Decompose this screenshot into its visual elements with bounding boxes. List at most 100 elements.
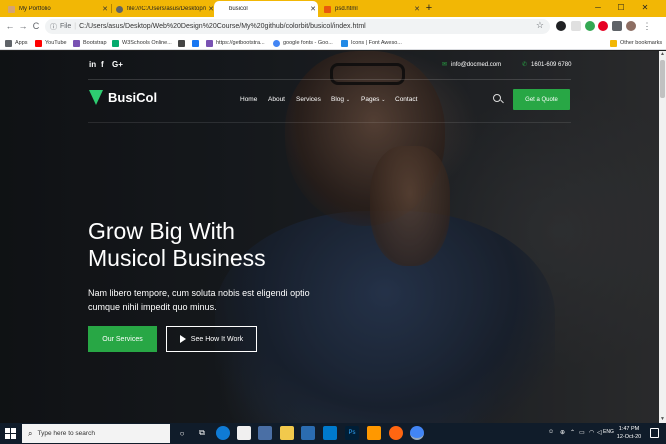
globe-icon[interactable]: ⊕: [560, 429, 565, 436]
site-logo[interactable]: BusiCol: [89, 90, 157, 105]
bookmarks-bar: Apps YouTube Bootstrap W3Schools Online.…: [0, 36, 666, 50]
tab-label: busicol: [229, 6, 248, 12]
bootstrap-icon: [206, 39, 213, 47]
nav-blog[interactable]: Blog ⌄: [331, 96, 350, 103]
bookmark-getbootstrap[interactable]: https://getbootstra...: [206, 38, 265, 48]
info-icon[interactable]: ⓘ: [50, 22, 57, 32]
reload-button[interactable]: C: [30, 19, 42, 33]
bookmark-bootstrap[interactable]: Bootstrap: [73, 38, 107, 48]
maximize-button[interactable]: ☐: [610, 1, 632, 15]
html-file-icon: [324, 5, 331, 13]
bookmark-label: W3Schools Online...: [122, 40, 172, 46]
back-button[interactable]: ←: [4, 19, 16, 33]
extension-icon[interactable]: [585, 21, 595, 31]
photoshop-icon[interactable]: Ps: [345, 426, 359, 440]
phone-icon: ✆: [522, 62, 528, 68]
see-how-it-work-button[interactable]: See How It Work: [166, 326, 257, 352]
address-divider: |: [74, 23, 77, 30]
url-text[interactable]: C:/Users/asus/Desktop/Web%20Design%20Cou…: [79, 23, 366, 30]
edge-icon[interactable]: [216, 426, 230, 440]
menu-kebab-icon[interactable]: ⋮: [642, 21, 652, 31]
get-quote-button[interactable]: Get a Quote: [513, 89, 570, 110]
bookmark-star-icon[interactable]: ☆: [536, 20, 544, 31]
tab-busicol[interactable]: busicol ✕: [214, 1, 318, 17]
portfolio-favicon-icon: [8, 5, 15, 13]
minimize-button[interactable]: ─: [587, 1, 609, 15]
linkedin-icon[interactable]: in: [89, 60, 96, 69]
search-icon[interactable]: [493, 94, 501, 102]
bootstrap-icon: [73, 39, 80, 47]
nav-pages[interactable]: Pages ⌄: [361, 96, 385, 103]
tab-my-portfolio[interactable]: My Portfolio ✕: [4, 1, 110, 17]
people-icon[interactable]: ☺: [548, 429, 554, 435]
facebook-icon[interactable]: f: [101, 60, 104, 69]
windows-taskbar: ⌕ Type here to search ○ ⧉ Ps ☺ ⊕ ⌃ ▭ ◠ ◁…: [0, 423, 666, 444]
nav-services[interactable]: Services: [296, 96, 321, 103]
photos-icon[interactable]: [258, 426, 272, 440]
nav-label: Pages: [361, 96, 380, 103]
bookmark-w3schools[interactable]: W3Schools Online...: [112, 38, 172, 48]
chevron-up-icon[interactable]: ⌃: [570, 429, 575, 436]
taskbar-clock[interactable]: 1:47 PM 12-Oct-20: [614, 425, 644, 441]
bookmark-unnamed[interactable]: [178, 38, 188, 48]
cortana-icon[interactable]: ○: [175, 426, 189, 440]
sublime-icon[interactable]: [367, 426, 381, 440]
tab-label: psd.html: [335, 6, 358, 12]
scroll-up-icon[interactable]: ▲: [659, 51, 666, 58]
bookmark-apps[interactable]: Apps: [5, 38, 28, 48]
nav-contact[interactable]: Contact: [395, 96, 417, 103]
bookmark-facebook[interactable]: [192, 38, 202, 48]
puzzle-icon[interactable]: [612, 21, 622, 31]
battery-icon[interactable]: ▭: [579, 429, 585, 436]
scroll-down-icon[interactable]: ▼: [659, 416, 666, 423]
google-plus-icon[interactable]: G+: [112, 60, 123, 69]
email-text: info@docmed.com: [451, 61, 502, 68]
store-icon[interactable]: [237, 426, 251, 440]
tab-file-desktop[interactable]: file:///C:/Users/asus/Desktop/W... ✕: [112, 1, 216, 17]
bookmark-font-awesome[interactable]: Icons | Font Aweso...: [341, 38, 402, 48]
header-divider: [88, 79, 571, 80]
close-tab-icon[interactable]: ✕: [308, 5, 318, 13]
hero-subtitle-line: Nam libero tempore, cum soluta nobis est…: [88, 288, 310, 298]
address-bar[interactable]: ⓘ File | C:/Users/asus/Desktop/Web%20Des…: [45, 19, 550, 34]
other-bookmarks[interactable]: Other bookmarks: [610, 38, 662, 48]
hero-title: Grow Big With Musicol Business: [88, 218, 388, 272]
chevron-down-icon: ⌄: [345, 97, 351, 103]
taskbar-search-input[interactable]: ⌕ Type here to search: [22, 424, 170, 443]
tab-psd-html[interactable]: psd.html ✕: [320, 1, 422, 17]
extension-icon[interactable]: [571, 21, 581, 31]
youtube-icon: [35, 39, 42, 47]
bookmark-google-fonts[interactable]: google fonts - Goo...: [273, 38, 333, 48]
our-services-button[interactable]: Our Services: [88, 326, 157, 352]
profile-avatar[interactable]: [626, 21, 636, 31]
close-tab-icon[interactable]: ✕: [412, 5, 422, 13]
windows-start-icon[interactable]: [5, 428, 16, 439]
forward-button[interactable]: →: [17, 19, 29, 33]
page-scrollbar[interactable]: ▲ ▼: [659, 51, 666, 423]
wifi-icon[interactable]: ◠: [589, 429, 594, 436]
new-tab-button[interactable]: +: [423, 2, 435, 14]
pinterest-icon[interactable]: [598, 21, 608, 31]
firefox-icon[interactable]: [389, 426, 403, 440]
vscode-icon[interactable]: [323, 426, 337, 440]
close-window-button[interactable]: ✕: [634, 1, 656, 15]
extension-icon[interactable]: [556, 21, 566, 31]
close-tab-icon[interactable]: ✕: [100, 5, 110, 13]
task-view-icon[interactable]: ⧉: [195, 426, 209, 440]
chrome-icon[interactable]: [410, 426, 424, 440]
logo-triangle-icon: [89, 90, 103, 105]
file-explorer-icon[interactable]: [280, 426, 294, 440]
globe-icon: [116, 5, 123, 13]
mail-icon[interactable]: [301, 426, 315, 440]
volume-icon[interactable]: ◁: [597, 429, 602, 436]
email-info[interactable]: ✉ info@docmed.com: [442, 61, 502, 69]
scrollbar-thumb[interactable]: [660, 60, 665, 98]
google-icon: [273, 39, 280, 47]
nav-home[interactable]: Home: [240, 96, 257, 103]
phone-info[interactable]: ✆ 1601-609 6780: [522, 61, 571, 69]
nav-about[interactable]: About: [268, 96, 285, 103]
notification-icon[interactable]: [650, 428, 659, 438]
bookmark-label: Icons | Font Aweso...: [351, 40, 402, 46]
language-indicator[interactable]: ENG: [603, 429, 614, 435]
bookmark-youtube[interactable]: YouTube: [35, 38, 67, 48]
